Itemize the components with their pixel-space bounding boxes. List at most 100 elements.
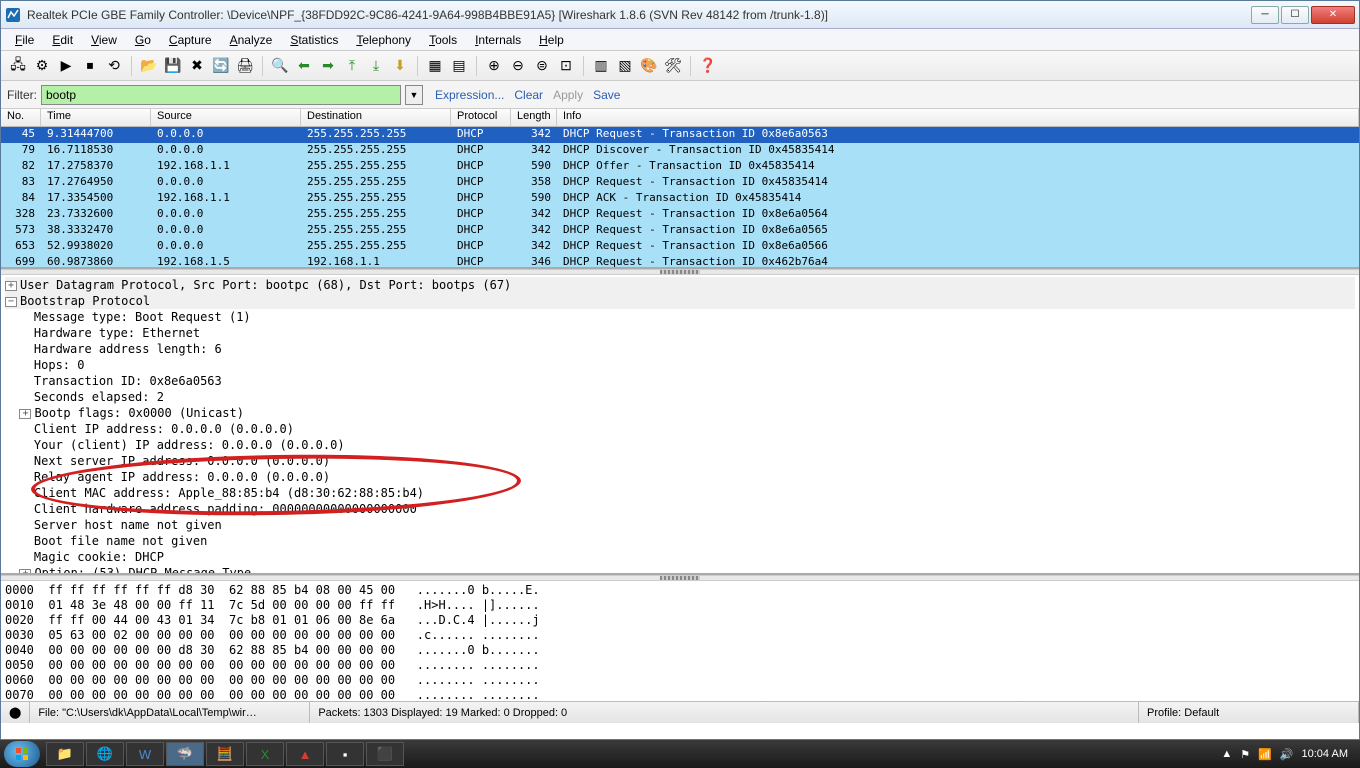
packet-row[interactable]: 8417.3354500192.168.1.1255.255.255.255DH… [1,191,1359,207]
interfaces-icon[interactable]: 🖧 [7,55,29,77]
taskbar-app-wireshark[interactable]: 🦈 [166,742,204,766]
detail-line[interactable]: −Bootstrap Protocol [5,293,1355,309]
resize-columns-icon[interactable]: ⊡ [555,55,577,77]
go-to-packet-icon[interactable]: ⤒ [341,55,363,77]
menu-file[interactable]: File [7,31,42,49]
auto-scroll-icon[interactable]: ▤ [448,55,470,77]
detail-line[interactable]: Transaction ID: 0x8e6a0563 [5,373,1355,389]
close-file-icon[interactable]: ✖ [186,55,208,77]
start-button[interactable] [4,741,40,767]
column-proto[interactable]: Protocol [451,109,511,126]
detail-line[interactable]: Hardware address length: 6 [5,341,1355,357]
expand-icon[interactable]: + [19,569,31,576]
packet-row[interactable]: 65352.99380200.0.0.0255.255.255.255DHCP3… [1,239,1359,255]
detail-line[interactable]: Hardware type: Ethernet [5,325,1355,341]
filter-link-clear[interactable]: Clear [514,88,543,102]
column-info[interactable]: Info [557,109,1359,126]
taskbar-app-putty[interactable]: ▪ [326,742,364,766]
coloring-rules-icon[interactable]: 🎨 [638,55,660,77]
stop-capture-icon[interactable]: ⏹ [79,55,101,77]
detail-line[interactable]: +User Datagram Protocol, Src Port: bootp… [5,277,1355,293]
find-icon[interactable]: 🔍 [269,55,291,77]
column-dest[interactable]: Destination [301,109,451,126]
detail-line[interactable]: Hops: 0 [5,357,1355,373]
menu-internals[interactable]: Internals [467,31,529,49]
detail-line[interactable]: Next server IP address: 0.0.0.0 (0.0.0.0… [5,453,1355,469]
detail-line[interactable]: Client MAC address: Apple_88:85:b4 (d8:3… [5,485,1355,501]
zoom-out-icon[interactable]: ⊖ [507,55,529,77]
detail-line[interactable]: Relay agent IP address: 0.0.0.0 (0.0.0.0… [5,469,1355,485]
packet-row[interactable]: 8217.2758370192.168.1.1255.255.255.255DH… [1,159,1359,175]
tray-clock[interactable]: 10:04 AM [1302,748,1348,760]
print-icon[interactable]: 🖨 [234,55,256,77]
status-profile[interactable]: Profile: Default [1139,702,1359,723]
restart-capture-icon[interactable]: ⟲ [103,55,125,77]
taskbar-app-explorer[interactable]: 📁 [46,742,84,766]
packet-row[interactable]: 7916.71185300.0.0.0255.255.255.255DHCP34… [1,143,1359,159]
packet-row[interactable]: 57338.33324700.0.0.0255.255.255.255DHCP3… [1,223,1359,239]
go-forward-icon[interactable]: ➡ [317,55,339,77]
capture-filters-icon[interactable]: ▥ [590,55,612,77]
taskbar-app-calc[interactable]: 🧮 [206,742,244,766]
filter-dropdown[interactable]: ▼ [405,85,423,105]
tray-network-icon[interactable]: 📶 [1258,748,1272,761]
status-indicator-icon[interactable]: ⬤ [1,702,30,723]
save-icon[interactable]: 💾 [162,55,184,77]
menu-telephony[interactable]: Telephony [348,31,419,49]
go-back-icon[interactable]: ⬅ [293,55,315,77]
expand-icon[interactable]: + [5,281,17,291]
column-source[interactable]: Source [151,109,301,126]
filter-link-expression[interactable]: Expression... [435,88,504,102]
collapse-icon[interactable]: − [5,297,17,307]
menu-view[interactable]: View [83,31,125,49]
options-icon[interactable]: ⚙ [31,55,53,77]
detail-line[interactable]: Magic cookie: DHCP [5,549,1355,565]
filter-input[interactable] [41,85,401,105]
taskbar[interactable]: 📁 🌐 W 🦈 🧮 X ▲ ▪ ⬛ ▲ ⚑ 📶 🔊 10:04 AM [0,740,1360,768]
column-time[interactable]: Time [41,109,151,126]
maximize-button[interactable]: ☐ [1281,6,1309,24]
tray-volume-icon[interactable]: 🔊 [1280,748,1294,761]
taskbar-app-chrome[interactable]: 🌐 [86,742,124,766]
help-icon[interactable]: ❓ [697,55,719,77]
menu-statistics[interactable]: Statistics [282,31,346,49]
filter-link-save[interactable]: Save [593,88,620,102]
column-no[interactable]: No. [1,109,41,126]
menu-analyze[interactable]: Analyze [222,31,281,49]
zoom-reset-icon[interactable]: ⊜ [531,55,553,77]
close-button[interactable]: ✕ [1311,6,1355,24]
packet-list-pane[interactable]: No. Time Source Destination Protocol Len… [1,109,1359,269]
minimize-button[interactable]: ─ [1251,6,1279,24]
open-icon[interactable]: 📂 [138,55,160,77]
packet-row[interactable]: 8317.27649500.0.0.0255.255.255.255DHCP35… [1,175,1359,191]
filter-link-apply[interactable]: Apply [553,88,583,102]
preferences-icon[interactable]: 🛠 [662,55,684,77]
menu-edit[interactable]: Edit [44,31,81,49]
detail-line[interactable]: Message type: Boot Request (1) [5,309,1355,325]
zoom-in-icon[interactable]: ⊕ [483,55,505,77]
detail-line[interactable]: Boot file name not given [5,533,1355,549]
packet-bytes-pane[interactable]: 0000 ff ff ff ff ff ff d8 30 62 88 85 b4… [1,581,1359,701]
taskbar-app-pdf[interactable]: ▲ [286,742,324,766]
packet-row[interactable]: 459.314447000.0.0.0255.255.255.255DHCP34… [1,127,1359,143]
menu-go[interactable]: Go [127,31,159,49]
expand-icon[interactable]: + [19,409,31,419]
taskbar-app-excel[interactable]: X [246,742,284,766]
go-last-icon[interactable]: ⬇ [389,55,411,77]
go-first-icon[interactable]: ⤓ [365,55,387,77]
reload-icon[interactable]: 🔄 [210,55,232,77]
detail-line[interactable]: Client hardware address padding: 0000000… [5,501,1355,517]
packet-row[interactable]: 32823.73326000.0.0.0255.255.255.255DHCP3… [1,207,1359,223]
detail-line[interactable]: Your (client) IP address: 0.0.0.0 (0.0.0… [5,437,1355,453]
detail-line[interactable]: Server host name not given [5,517,1355,533]
detail-line[interactable]: Client IP address: 0.0.0.0 (0.0.0.0) [5,421,1355,437]
detail-line[interactable]: Seconds elapsed: 2 [5,389,1355,405]
menu-help[interactable]: Help [531,31,572,49]
menu-capture[interactable]: Capture [161,31,220,49]
packet-details-pane[interactable]: +User Datagram Protocol, Src Port: bootp… [1,275,1359,575]
start-capture-icon[interactable]: ▶ [55,55,77,77]
packet-row[interactable]: 69960.9873860192.168.1.5192.168.1.1DHCP3… [1,255,1359,269]
detail-line[interactable]: +Bootp flags: 0x0000 (Unicast) [5,405,1355,421]
detail-line[interactable]: +Option: (53) DHCP Message Type [5,565,1355,575]
colorize-icon[interactable]: ▦ [424,55,446,77]
